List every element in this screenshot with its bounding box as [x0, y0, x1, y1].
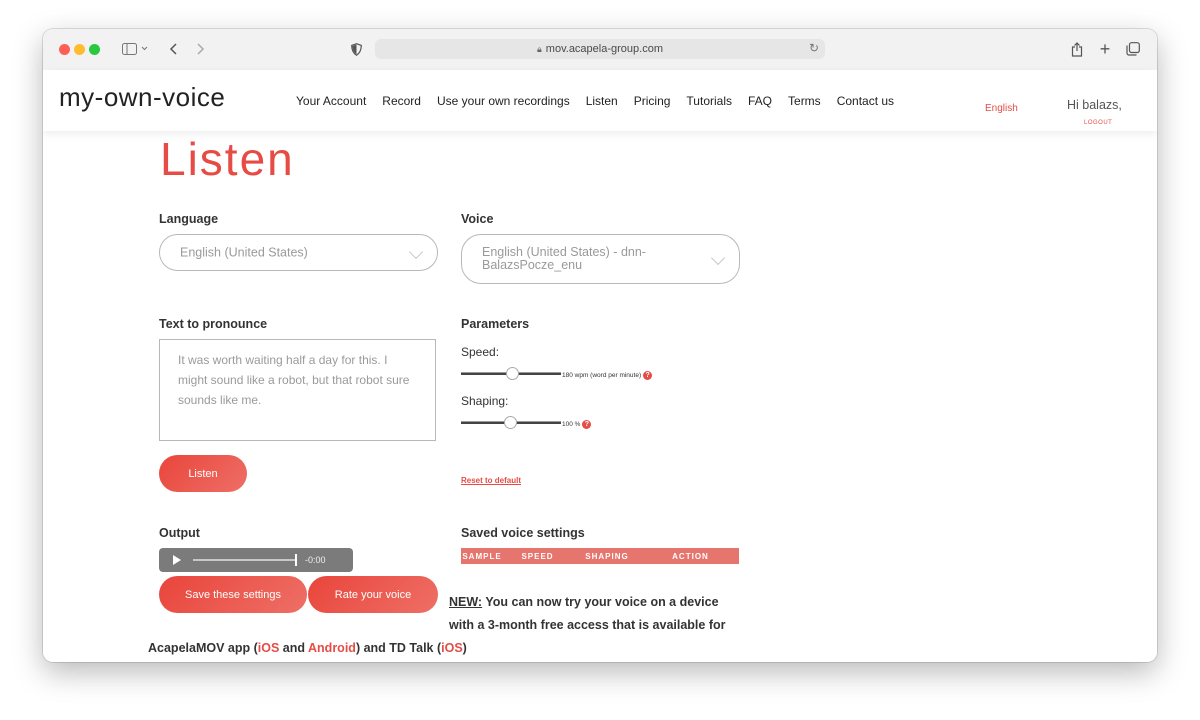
nav-listen[interactable]: Listen: [586, 94, 618, 108]
language-select[interactable]: English (United States): [159, 234, 438, 271]
news-and: and: [279, 641, 309, 655]
news-line-1-text: You can now try your voice on a device: [482, 595, 719, 609]
parameters-label: Parameters: [461, 317, 530, 331]
text-to-pronounce-label: Text to pronounce: [159, 317, 268, 331]
help-icon[interactable]: ?: [643, 371, 653, 380]
audio-player: -0:00: [159, 548, 353, 572]
news-close: ): [462, 641, 467, 655]
plus-icon[interactable]: +: [1097, 39, 1113, 59]
shaping-value-text: 100 %: [562, 421, 581, 429]
play-icon[interactable]: [173, 555, 181, 565]
chevron-right-icon[interactable]: [193, 39, 209, 59]
speed-value: 180 wpm (word per minute)?: [562, 371, 653, 380]
user-greeting: Hi balazs,: [1067, 98, 1122, 112]
saved-voice-settings-label: Saved voice settings: [461, 526, 585, 540]
output-label: Output: [159, 526, 200, 540]
reset-to-default-link[interactable]: Reset to default: [461, 476, 521, 485]
address-bar[interactable]: 🔒︎ mov.acapela-group.com ↻: [375, 39, 825, 59]
saved-settings-table-header: SAMPLE SPEED SHAPING ACTION: [461, 548, 739, 564]
chevron-down-icon: [710, 250, 726, 266]
zoom-window-button[interactable]: [89, 44, 100, 55]
lock-icon: 🔒︎: [537, 43, 542, 54]
nav-record[interactable]: Record: [382, 94, 421, 108]
nav-contact-us[interactable]: Contact us: [837, 94, 894, 108]
column-header-speed: SPEED: [521, 551, 554, 561]
nav-use-your-own-recordings[interactable]: Use your own recordings: [437, 94, 570, 108]
tabs-overview-icon[interactable]: [1125, 39, 1141, 59]
ios-link[interactable]: iOS: [258, 641, 280, 655]
nav-your-account[interactable]: Your Account: [296, 94, 366, 108]
minimize-window-button[interactable]: [74, 44, 85, 55]
browser-window: 🔒︎ mov.acapela-group.com ↻ + my-own-voic…: [43, 29, 1157, 662]
audio-time: -0:00: [305, 555, 326, 565]
language-select-value: English (United States): [180, 245, 308, 259]
shaping-value: 100 %?: [562, 420, 592, 429]
language-label: Language: [159, 212, 219, 226]
news-line-3: AcapelaMOV app (iOS and Android) and TD …: [148, 641, 467, 655]
site-logo[interactable]: my-own-voice: [59, 82, 225, 113]
speed-value-text: 180 wpm (word per minute): [562, 372, 642, 380]
save-settings-button[interactable]: Save these settings: [159, 576, 307, 613]
nav-terms[interactable]: Terms: [788, 94, 821, 108]
url-text: mov.acapela-group.com: [545, 43, 663, 55]
news-line-2: with a 3-month free access that is avail…: [449, 618, 726, 632]
speed-slider[interactable]: [461, 367, 561, 380]
rate-voice-button[interactable]: Rate your voice: [308, 576, 438, 613]
shaping-label: Shaping:: [461, 394, 509, 408]
language-switch[interactable]: English: [985, 103, 1018, 114]
page-title: Listen: [160, 133, 295, 185]
close-window-button[interactable]: [59, 44, 70, 55]
android-link[interactable]: Android: [308, 641, 356, 655]
nav-tutorials[interactable]: Tutorials: [686, 94, 732, 108]
chevron-down-icon: [408, 244, 424, 259]
sidebar-icon[interactable]: [119, 39, 151, 59]
nav-pricing[interactable]: Pricing: [634, 94, 671, 108]
page-content: my-own-voice Your Account Record Use you…: [43, 70, 1157, 662]
logout-link[interactable]: LOGOUT: [1084, 120, 1112, 126]
help-icon[interactable]: ?: [582, 420, 592, 429]
column-header-shaping: SHAPING: [585, 551, 629, 561]
browser-toolbar: 🔒︎ mov.acapela-group.com ↻ +: [43, 29, 1157, 71]
nav-faq[interactable]: FAQ: [748, 94, 772, 108]
chevron-left-icon[interactable]: [165, 39, 181, 59]
speed-label: Speed:: [461, 345, 500, 359]
site-header: my-own-voice Your Account Record Use you…: [43, 70, 1157, 131]
audio-progress-handle[interactable]: [295, 554, 297, 566]
voice-select-value: English (United States) - dnn-BalazsPocz…: [482, 245, 646, 272]
news-prefix: NEW:: [449, 595, 483, 609]
share-icon[interactable]: [1069, 39, 1085, 59]
news-line-3-middle: ) and TD Talk (: [355, 641, 442, 655]
audio-progress-track[interactable]: [193, 559, 297, 561]
listen-button[interactable]: Listen: [159, 455, 247, 492]
main-nav: Your Account Record Use your own recordi…: [296, 94, 894, 108]
shield-icon[interactable]: [348, 39, 364, 59]
news-line-1: NEW: You can now try your voice on a dev…: [449, 595, 719, 609]
voice-select[interactable]: English (United States) - dnn-BalazsPocz…: [461, 234, 740, 284]
shaping-slider[interactable]: [461, 416, 561, 429]
text-to-pronounce-input[interactable]: It was worth waiting half a day for this…: [159, 339, 436, 441]
column-header-sample: SAMPLE: [462, 551, 502, 561]
voice-label: Voice: [461, 212, 494, 226]
speed-slider-handle[interactable]: [506, 367, 519, 380]
ios-link-td-talk[interactable]: iOS: [441, 641, 463, 655]
column-header-action: ACTION: [672, 551, 709, 561]
reload-icon[interactable]: ↻: [809, 41, 819, 55]
news-line-3-start: AcapelaMOV app (: [148, 641, 258, 655]
shaping-slider-handle[interactable]: [504, 416, 517, 429]
